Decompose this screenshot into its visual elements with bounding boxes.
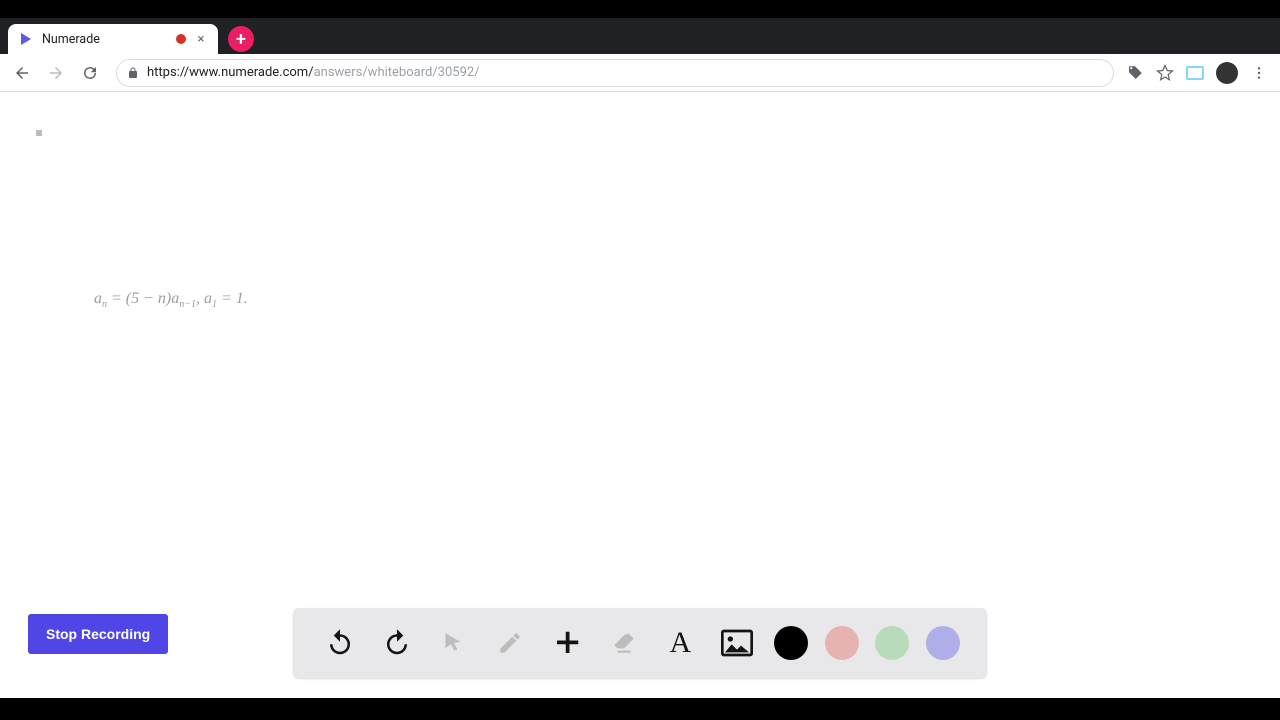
color-red-swatch[interactable] (825, 626, 859, 660)
arrow-left-icon (13, 64, 31, 82)
undo-icon (325, 628, 355, 658)
text-tool-button[interactable]: A (660, 623, 700, 663)
forward-button[interactable] (42, 59, 70, 87)
favicon-icon (18, 31, 34, 47)
formula-text: an = (5 − n)an−1, a1 = 1. (94, 290, 248, 310)
url-text: https://www.numerade.com/answers/whitebo… (147, 65, 480, 80)
toolbar-right (1126, 62, 1272, 84)
url-origin: https://www.numerade.com/ (147, 65, 314, 80)
tab-title: Numerade (42, 32, 168, 47)
stop-recording-button[interactable]: Stop Recording (28, 614, 168, 654)
reload-icon (81, 64, 99, 82)
letterbox-bottom (0, 698, 1280, 720)
text-icon: A (670, 626, 692, 660)
pointer-tool-button[interactable] (433, 623, 473, 663)
redo-button[interactable] (377, 623, 417, 663)
arrow-right-icon (47, 64, 65, 82)
chrome-menu-button[interactable] (1250, 64, 1268, 82)
address-bar[interactable]: https://www.numerade.com/answers/whitebo… (116, 59, 1114, 87)
pen-icon (497, 630, 523, 656)
plus-icon (552, 628, 582, 658)
recording-indicator-icon (176, 34, 186, 44)
letterbox-top (0, 0, 1280, 18)
back-button[interactable] (8, 59, 36, 87)
color-blue-swatch[interactable] (926, 626, 960, 660)
tab-strip: Numerade × + (0, 18, 1280, 54)
undo-button[interactable] (320, 623, 360, 663)
eraser-tool-button[interactable] (604, 623, 644, 663)
new-tab-button[interactable]: + (228, 26, 254, 52)
redo-icon (382, 628, 412, 658)
bookmark-star-icon[interactable] (1156, 64, 1174, 82)
pointer-icon (440, 630, 466, 656)
color-black-swatch[interactable] (774, 626, 808, 660)
pen-tool-button[interactable] (490, 623, 530, 663)
image-tool-button[interactable] (717, 623, 757, 663)
lock-icon (127, 67, 139, 79)
eraser-icon (611, 630, 637, 656)
add-tool-button[interactable] (547, 623, 587, 663)
whiteboard-toolbar: A (293, 608, 987, 678)
tag-icon[interactable] (1126, 64, 1144, 82)
url-path: answers/whiteboard/30592/ (314, 65, 480, 80)
plus-icon: + (236, 29, 246, 50)
browser-window: Numerade × + https://www.numerade.com/an… (0, 18, 1280, 698)
browser-tab-active[interactable]: Numerade × (8, 24, 218, 54)
canvas-handle-icon (36, 130, 42, 136)
tab-close-button[interactable]: × (194, 32, 208, 46)
browser-toolbar: https://www.numerade.com/answers/whitebo… (0, 54, 1280, 92)
whiteboard-canvas[interactable]: an = (5 − n)an−1, a1 = 1. Stop Recording (0, 92, 1280, 698)
profile-avatar[interactable] (1216, 62, 1238, 84)
image-icon (721, 629, 753, 657)
reload-button[interactable] (76, 59, 104, 87)
color-green-swatch[interactable] (875, 626, 909, 660)
extension-icon[interactable] (1186, 64, 1204, 82)
